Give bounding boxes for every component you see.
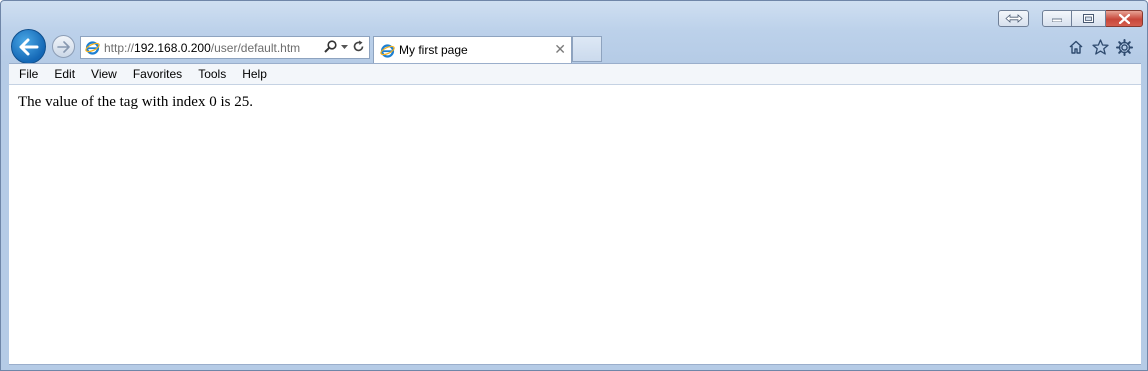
arrow-left-icon [19, 38, 38, 55]
restore-icon [1083, 14, 1094, 23]
menu-help[interactable]: Help [234, 67, 275, 81]
menu-bar: File Edit View Favorites Tools Help [9, 63, 1141, 85]
menu-file[interactable]: File [9, 67, 46, 81]
menu-edit[interactable]: Edit [46, 67, 83, 81]
browser-window: http://192.168.0.200/user/default.htm My… [0, 0, 1148, 371]
gear-icon[interactable] [1115, 38, 1133, 56]
tab-title: My first page [399, 43, 468, 57]
forward-button[interactable] [52, 35, 75, 58]
ie-logo-icon [380, 43, 395, 58]
close-button[interactable] [1106, 10, 1143, 27]
dropdown-arrow-icon[interactable] [341, 40, 348, 56]
tab-close-icon[interactable]: ✕ [554, 42, 566, 56]
home-icon[interactable] [1067, 38, 1085, 56]
minimize-button[interactable] [1042, 10, 1072, 27]
minimize-icon [1052, 18, 1062, 22]
page-content: The value of the tag with index 0 is 25. [9, 85, 1141, 365]
new-tab-button[interactable] [572, 36, 602, 62]
url-host: 192.168.0.200 [134, 40, 211, 55]
command-icons [1067, 38, 1133, 56]
address-bar[interactable]: http://192.168.0.200/user/default.htm [80, 36, 370, 59]
menu-favorites[interactable]: Favorites [125, 67, 190, 81]
arrow-right-icon [56, 40, 70, 53]
refresh-icon[interactable] [352, 40, 365, 56]
maximize-button[interactable] [1072, 10, 1106, 27]
menu-view[interactable]: View [83, 67, 125, 81]
double-arrow-icon [1004, 14, 1023, 23]
back-button[interactable] [11, 29, 46, 64]
compatibility-view-button[interactable] [998, 10, 1029, 27]
search-icon[interactable] [324, 40, 337, 56]
menu-tools[interactable]: Tools [190, 67, 234, 81]
tag-value-text: The value of the tag with index 0 is 25. [18, 94, 253, 110]
star-icon[interactable] [1091, 38, 1109, 56]
tab-my-first-page[interactable]: My first page ✕ [373, 36, 572, 63]
url-path: /user/default.htm [210, 40, 301, 55]
ie-logo-icon [85, 40, 100, 55]
close-icon [1118, 13, 1130, 24]
url-scheme: http:// [104, 40, 135, 55]
